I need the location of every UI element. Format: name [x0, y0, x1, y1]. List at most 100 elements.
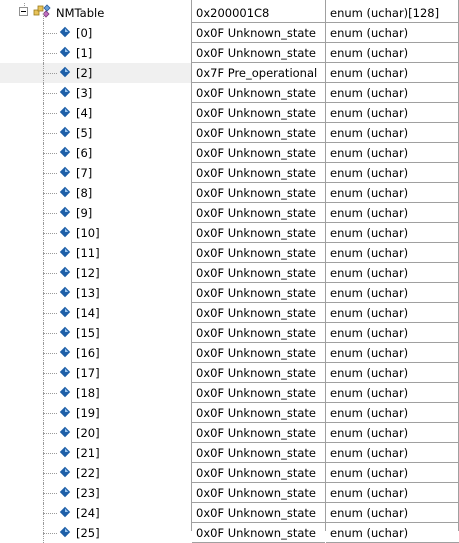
variable-diamond-icon: [59, 506, 71, 518]
tree-row[interactable]: [12] 0x0F Unknown_state enum (uchar): [0, 263, 459, 283]
element-name-cell[interactable]: [12]: [0, 263, 191, 283]
tree-row[interactable]: [19] 0x0F Unknown_state enum (uchar): [0, 403, 459, 423]
element-name-cell[interactable]: [3]: [0, 83, 191, 103]
element-type-text: enum (uchar): [330, 146, 409, 160]
element-name-cell[interactable]: [9]: [0, 203, 191, 223]
element-value-cell[interactable]: 0x0F Unknown_state: [192, 163, 325, 183]
element-name-cell[interactable]: [19]: [0, 403, 191, 423]
element-value-cell[interactable]: 0x0F Unknown_state: [192, 283, 325, 303]
tree-row[interactable]: [22] 0x0F Unknown_state enum (uchar): [0, 463, 459, 483]
tree-row[interactable]: [25] 0x0F Unknown_state enum (uchar): [0, 523, 459, 543]
element-value-cell[interactable]: 0x7F Pre_operational: [192, 63, 325, 83]
variable-diamond-icon: [59, 46, 71, 58]
element-name-cell[interactable]: [6]: [0, 143, 191, 163]
element-value-cell[interactable]: 0x0F Unknown_state: [192, 363, 325, 383]
tree-row[interactable]: [1] 0x0F Unknown_state enum (uchar): [0, 43, 459, 63]
element-value-cell[interactable]: 0x0F Unknown_state: [192, 323, 325, 343]
element-value-cell[interactable]: 0x0F Unknown_state: [192, 403, 325, 423]
element-index-label: [3]: [76, 86, 93, 100]
variable-diamond-icon: [59, 206, 71, 218]
root-value-cell[interactable]: 0x200001C8: [192, 3, 325, 23]
element-name-cell[interactable]: [25]: [0, 523, 191, 543]
root-type-text: enum (uchar)[128]: [330, 6, 440, 20]
tree-branch-line: [43, 493, 57, 494]
element-name-cell[interactable]: [5]: [0, 123, 191, 143]
element-name-cell[interactable]: [11]: [0, 243, 191, 263]
element-type-text: enum (uchar): [330, 346, 409, 360]
element-value-cell[interactable]: 0x0F Unknown_state: [192, 23, 325, 43]
variable-diamond-icon: [59, 326, 71, 338]
element-name-cell[interactable]: [23]: [0, 483, 191, 503]
element-index-label: [10]: [76, 226, 100, 240]
tree-row[interactable]: [11] 0x0F Unknown_state enum (uchar): [0, 243, 459, 263]
tree-row[interactable]: [15] 0x0F Unknown_state enum (uchar): [0, 323, 459, 343]
element-value-cell[interactable]: 0x0F Unknown_state: [192, 483, 325, 503]
element-value-cell[interactable]: 0x0F Unknown_state: [192, 303, 325, 323]
element-value-cell[interactable]: 0x0F Unknown_state: [192, 523, 325, 543]
element-value-cell[interactable]: 0x0F Unknown_state: [192, 503, 325, 523]
element-name-cell[interactable]: [20]: [0, 423, 191, 443]
element-value-cell[interactable]: 0x0F Unknown_state: [192, 263, 325, 283]
element-type-text: enum (uchar): [330, 246, 409, 260]
tree-row[interactable]: [7] 0x0F Unknown_state enum (uchar): [0, 163, 459, 183]
element-value-cell[interactable]: 0x0F Unknown_state: [192, 463, 325, 483]
element-name-cell[interactable]: [7]: [0, 163, 191, 183]
element-value-cell[interactable]: 0x0F Unknown_state: [192, 123, 325, 143]
element-name-cell[interactable]: [1]: [0, 43, 191, 63]
element-name-cell[interactable]: [0]: [0, 23, 191, 43]
element-value-cell[interactable]: 0x0F Unknown_state: [192, 343, 325, 363]
element-value-cell[interactable]: 0x0F Unknown_state: [192, 83, 325, 103]
element-name-cell[interactable]: [2]: [0, 63, 191, 83]
element-value-cell[interactable]: 0x0F Unknown_state: [192, 203, 325, 223]
element-index-label: [8]: [76, 186, 93, 200]
element-value-cell[interactable]: 0x0F Unknown_state: [192, 223, 325, 243]
tree-row[interactable]: [14] 0x0F Unknown_state enum (uchar): [0, 303, 459, 323]
element-value-cell[interactable]: 0x0F Unknown_state: [192, 443, 325, 463]
element-type-cell: enum (uchar): [326, 483, 459, 503]
tree-row[interactable]: [2] 0x7F Pre_operational enum (uchar): [0, 63, 459, 83]
tree-row[interactable]: [9] 0x0F Unknown_state enum (uchar): [0, 203, 459, 223]
tree-row[interactable]: [10] 0x0F Unknown_state enum (uchar): [0, 223, 459, 243]
element-name-cell[interactable]: [17]: [0, 363, 191, 383]
tree-row[interactable]: [13] 0x0F Unknown_state enum (uchar): [0, 283, 459, 303]
tree-row[interactable]: [6] 0x0F Unknown_state enum (uchar): [0, 143, 459, 163]
element-name-cell[interactable]: [15]: [0, 323, 191, 343]
tree-row[interactable]: [4] 0x0F Unknown_state enum (uchar): [0, 103, 459, 123]
tree-row-root[interactable]: NMTable 0x200001C8 enum (uchar)[128]: [0, 3, 459, 23]
tree-row[interactable]: [18] 0x0F Unknown_state enum (uchar): [0, 383, 459, 403]
element-value-cell[interactable]: 0x0F Unknown_state: [192, 423, 325, 443]
tree-row[interactable]: [21] 0x0F Unknown_state enum (uchar): [0, 443, 459, 463]
element-value-cell[interactable]: 0x0F Unknown_state: [192, 383, 325, 403]
element-value-cell[interactable]: 0x0F Unknown_state: [192, 183, 325, 203]
tree-row[interactable]: [5] 0x0F Unknown_state enum (uchar): [0, 123, 459, 143]
tree-row[interactable]: [3] 0x0F Unknown_state enum (uchar): [0, 83, 459, 103]
element-value-cell[interactable]: 0x0F Unknown_state: [192, 43, 325, 63]
root-name-cell[interactable]: NMTable: [0, 3, 191, 23]
element-value-text: 0x0F Unknown_state: [196, 366, 316, 380]
root-value-text: 0x200001C8: [196, 6, 270, 20]
element-name-cell[interactable]: [16]: [0, 343, 191, 363]
tree-row[interactable]: [24] 0x0F Unknown_state enum (uchar): [0, 503, 459, 523]
element-name-cell[interactable]: [24]: [0, 503, 191, 523]
element-name-cell[interactable]: [18]: [0, 383, 191, 403]
element-type-text: enum (uchar): [330, 406, 409, 420]
element-name-cell[interactable]: [14]: [0, 303, 191, 323]
element-index-label: [2]: [76, 66, 93, 80]
element-name-cell[interactable]: [8]: [0, 183, 191, 203]
element-name-cell[interactable]: [22]: [0, 463, 191, 483]
element-name-cell[interactable]: [21]: [0, 443, 191, 463]
tree-row[interactable]: [16] 0x0F Unknown_state enum (uchar): [0, 343, 459, 363]
element-name-cell[interactable]: [13]: [0, 283, 191, 303]
element-value-cell[interactable]: 0x0F Unknown_state: [192, 103, 325, 123]
tree-row[interactable]: [23] 0x0F Unknown_state enum (uchar): [0, 483, 459, 503]
element-name-cell[interactable]: [4]: [0, 103, 191, 123]
tree-row[interactable]: [17] 0x0F Unknown_state enum (uchar): [0, 363, 459, 383]
tree-row[interactable]: [0] 0x0F Unknown_state enum (uchar): [0, 23, 459, 43]
tree-row[interactable]: [20] 0x0F Unknown_state enum (uchar): [0, 423, 459, 443]
tree-row[interactable]: [8] 0x0F Unknown_state enum (uchar): [0, 183, 459, 203]
element-name-cell[interactable]: [10]: [0, 223, 191, 243]
element-value-cell[interactable]: 0x0F Unknown_state: [192, 243, 325, 263]
element-type-cell: enum (uchar): [326, 383, 459, 403]
element-value-cell[interactable]: 0x0F Unknown_state: [192, 143, 325, 163]
collapse-minus-icon[interactable]: [19, 7, 28, 16]
